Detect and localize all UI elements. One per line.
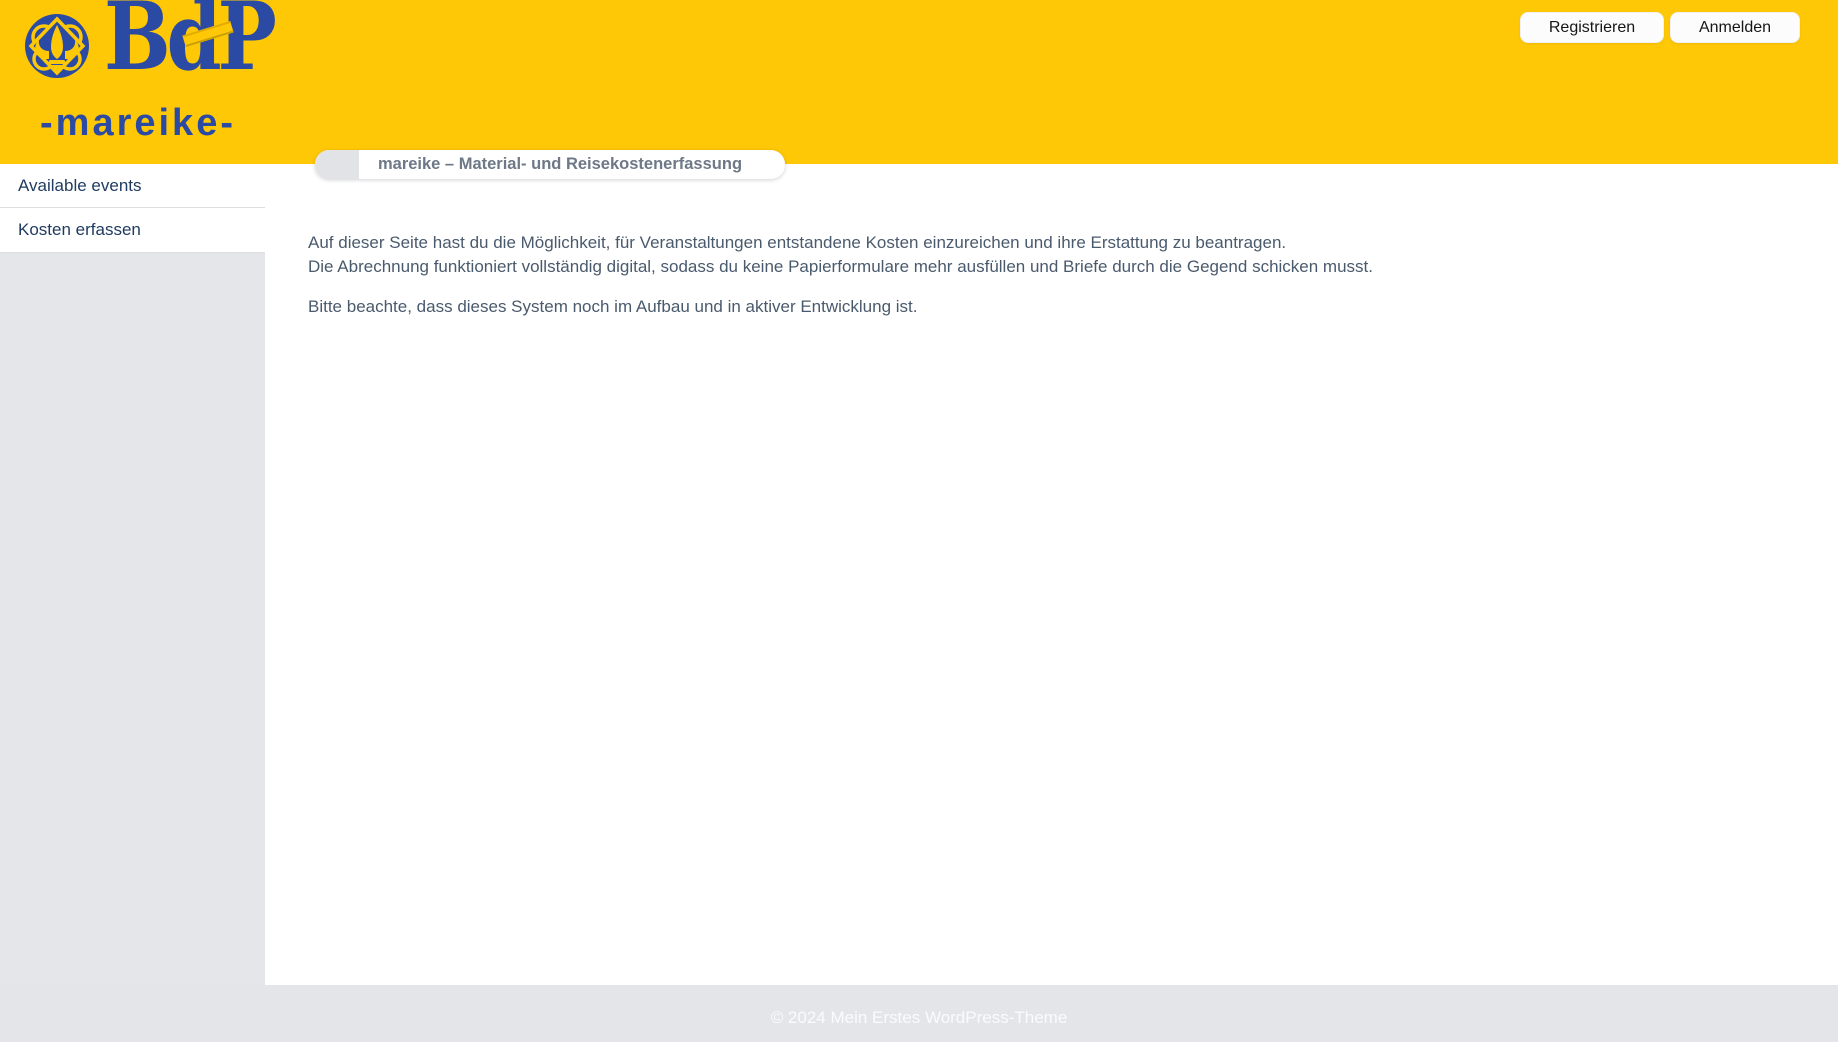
tab-favicon-placeholder bbox=[315, 150, 359, 179]
page-title-tab: mareike – Material- und Reisekostenerfas… bbox=[315, 150, 785, 179]
intro-text-block: Auf dieser Seite hast du die Möglichkeit… bbox=[308, 231, 1373, 319]
login-button[interactable]: Anmelden bbox=[1670, 12, 1800, 43]
page: BdP -mareike- Registrieren Anmelden mare… bbox=[0, 0, 1838, 1042]
auth-buttons: Registrieren Anmelden bbox=[1520, 12, 1800, 43]
sidebar-item-available-events[interactable]: Available events bbox=[0, 164, 265, 208]
sidebar-item-label: Kosten erfassen bbox=[18, 220, 141, 240]
logo-subtitle: -mareike- bbox=[30, 102, 246, 145]
intro-line-1: Auf dieser Seite hast du die Möglichkeit… bbox=[308, 231, 1373, 255]
register-button[interactable]: Registrieren bbox=[1520, 12, 1664, 43]
intro-paragraph: Auf dieser Seite hast du die Möglichkeit… bbox=[308, 231, 1373, 279]
sidebar-nav: Available events Kosten erfassen bbox=[0, 164, 265, 253]
footer: © 2024 Mein Erstes WordPress-Theme bbox=[0, 985, 1838, 1042]
header-bar: BdP -mareike- Registrieren Anmelden bbox=[0, 0, 1838, 164]
sidebar: Available events Kosten erfassen bbox=[0, 164, 265, 985]
bdp-logo[interactable]: BdP -mareike- bbox=[0, 0, 290, 164]
sidebar-item-label: Available events bbox=[18, 176, 142, 196]
note-paragraph: Bitte beachte, dass dieses System noch i… bbox=[308, 295, 1373, 319]
fleur-de-lis-badge-icon bbox=[24, 13, 90, 79]
sidebar-item-kosten-erfassen[interactable]: Kosten erfassen bbox=[0, 208, 265, 253]
page-title: mareike – Material- und Reisekostenerfas… bbox=[378, 155, 742, 174]
intro-line-2: Die Abrechnung funktioniert vollständig … bbox=[308, 255, 1373, 279]
footer-copyright: © 2024 Mein Erstes WordPress-Theme bbox=[771, 1008, 1068, 1028]
